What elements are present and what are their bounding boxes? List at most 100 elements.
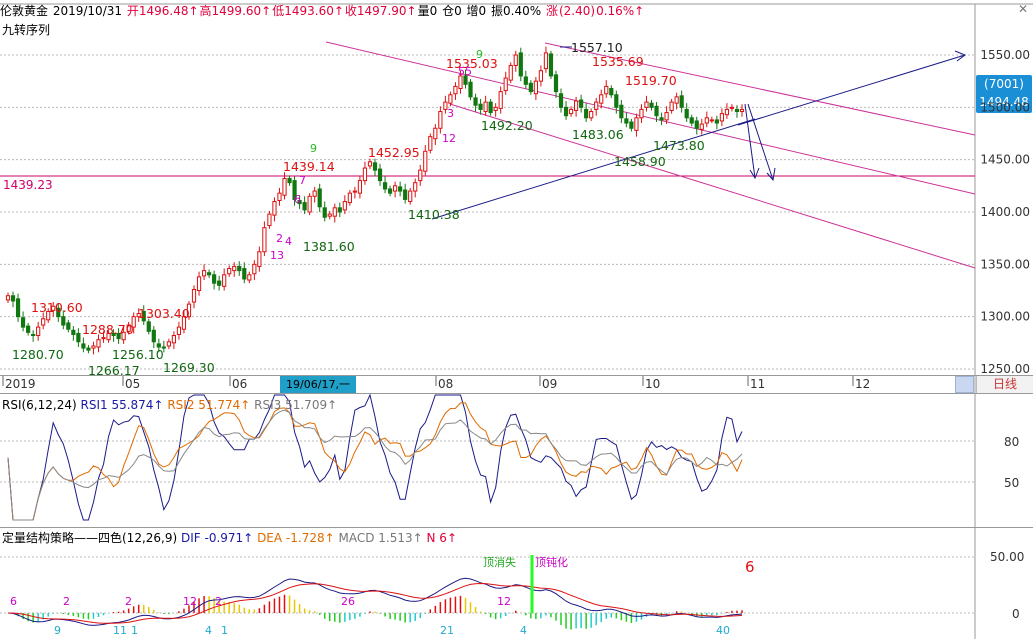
candle-body xyxy=(604,85,609,95)
macd-axis-0: 0 xyxy=(1012,607,1020,621)
price-annotation: 1310.60 xyxy=(31,300,83,315)
x-tick-label: 09 xyxy=(542,377,557,391)
svg-text:2: 2 xyxy=(276,232,283,245)
candle-body xyxy=(408,190,413,203)
candle-body xyxy=(257,251,262,267)
candle-body xyxy=(282,178,287,196)
price-tick-label: 1400.00 xyxy=(980,205,1030,219)
candle-body xyxy=(528,82,533,93)
price-annotation: 1256.10 xyxy=(112,347,164,362)
candle-body xyxy=(15,298,21,318)
macd-top-count: 12 xyxy=(183,595,197,608)
candle-body xyxy=(553,74,559,93)
candle-body xyxy=(227,268,232,275)
x-tick-label: 08 xyxy=(438,377,453,391)
candle-body xyxy=(272,201,277,216)
candle-body xyxy=(523,76,528,85)
candle-body xyxy=(398,186,403,192)
price-axis: 1550.00 1500.00 1450.00 1400.00 1350.00 1300.… xyxy=(980,48,1030,376)
date-cursor-label: 19/06/17,一 xyxy=(280,376,356,393)
rsi-line xyxy=(7,409,743,521)
candle-body xyxy=(518,52,523,77)
price-annotation: 1557.10 xyxy=(571,40,623,55)
candle-body xyxy=(196,276,202,292)
candle-body xyxy=(639,108,644,119)
candle-body xyxy=(206,272,212,276)
price-tick-label: 1300.00 xyxy=(980,310,1030,324)
candle-body xyxy=(453,85,458,95)
candle-body xyxy=(86,347,91,351)
macd-bottom-count: 1 xyxy=(221,624,228,637)
price-annotation: 1410.38 xyxy=(408,207,460,222)
svg-text:12: 12 xyxy=(442,132,456,145)
candle-body xyxy=(302,202,307,211)
rsi-axis-80: 80 xyxy=(1004,435,1019,449)
price-tick-label: 1450.00 xyxy=(980,153,1030,167)
candle-body xyxy=(166,341,171,347)
candle-body xyxy=(413,182,418,192)
macd-top-count: 2 xyxy=(125,595,132,608)
macd-bottom-count: 40 xyxy=(716,624,730,637)
price-tick-label: 1350.00 xyxy=(980,257,1030,271)
candle-body xyxy=(372,162,378,171)
candle-body xyxy=(317,188,322,208)
macd-title: 定量结构策略——四色(12,26,9) xyxy=(2,531,178,545)
macd-bottom-count: 21 xyxy=(440,624,454,637)
candle-body xyxy=(533,80,538,95)
price-annotation: 1535.69 xyxy=(592,54,644,69)
macd-bottom-count: 9 xyxy=(54,624,61,637)
n-value: N 6↑ xyxy=(426,531,457,545)
macd-annotation-top-dull: 顶钝化 xyxy=(535,555,568,569)
candle-body xyxy=(584,108,589,119)
candle-body xyxy=(146,321,151,332)
candle-body xyxy=(619,104,624,119)
candle-body xyxy=(589,111,594,119)
candle-body xyxy=(81,343,86,349)
candle-body xyxy=(26,325,31,333)
macd-legend: 定量结构策略——四色(12,26,9) DIF -0.971↑ DEA -1.7… xyxy=(2,529,457,547)
rsi3-value: RSI3 51.709↑ xyxy=(254,398,338,412)
candle-body xyxy=(36,326,41,337)
candle-body xyxy=(669,101,674,111)
candle-body xyxy=(594,101,599,110)
price-tick-label: 1250.00 xyxy=(980,362,1030,376)
candle-body xyxy=(327,213,332,217)
candle-body xyxy=(237,265,242,272)
candle-body xyxy=(96,339,101,348)
candle-body xyxy=(679,95,684,108)
price-annotation: 1266.17 xyxy=(88,363,140,378)
price-tick-label: 1500.00 xyxy=(980,100,1030,114)
price-annotation: 1303.40 xyxy=(138,306,190,321)
candle-body xyxy=(579,99,584,108)
candle-body xyxy=(498,91,503,109)
candle-body xyxy=(71,329,76,335)
candle-body xyxy=(734,108,740,113)
rsi-line xyxy=(7,402,743,521)
candle-body xyxy=(222,274,227,287)
candle-body xyxy=(307,195,312,213)
price-annotation: 1492.20 xyxy=(481,118,533,133)
candle-body xyxy=(76,332,81,343)
candle-body xyxy=(674,96,679,104)
candle-body xyxy=(387,188,393,194)
candle-body xyxy=(191,288,197,303)
candle-body xyxy=(362,167,368,182)
candle-body xyxy=(20,317,26,328)
candle-body xyxy=(448,94,453,104)
candle-body xyxy=(428,136,433,151)
candle-body xyxy=(568,108,574,115)
candle-body xyxy=(151,329,156,343)
candle-body xyxy=(508,64,513,81)
candle-body xyxy=(332,207,337,217)
macd-big-number: 6 xyxy=(745,558,755,576)
candle-body xyxy=(488,101,493,114)
candle-body xyxy=(659,117,664,121)
price-tick-label: 1550.00 xyxy=(980,48,1030,62)
period-selector[interactable]: 日线 xyxy=(976,376,1033,393)
scroll-handle[interactable] xyxy=(955,376,974,393)
candle-body xyxy=(709,119,714,122)
candle-body xyxy=(267,213,272,227)
macd-top-count: 6 xyxy=(10,595,17,608)
candle-body xyxy=(247,274,252,281)
macd-bottom-count: 4 xyxy=(205,624,212,637)
